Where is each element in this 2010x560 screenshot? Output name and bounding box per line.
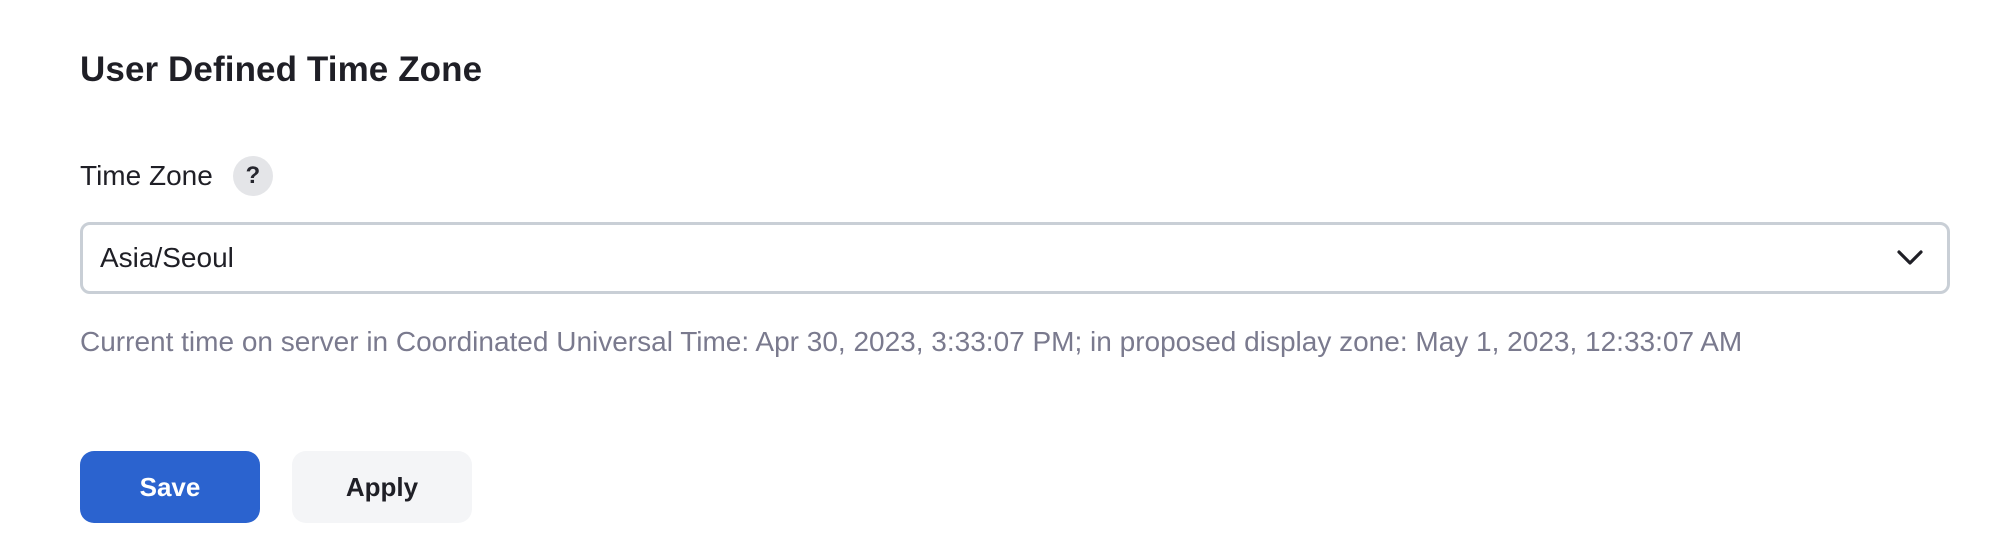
time-zone-select[interactable]: Asia/Seoul bbox=[80, 222, 1950, 294]
apply-button[interactable]: Apply bbox=[292, 451, 472, 523]
time-zone-selected-value: Asia/Seoul bbox=[100, 242, 234, 273]
time-zone-label-row: Time Zone ? bbox=[80, 152, 273, 200]
current-time-help-text: Current time on server in Coordinated Un… bbox=[80, 326, 1743, 357]
section-title: User Defined Time Zone bbox=[80, 50, 483, 89]
chevron-down-icon bbox=[1895, 243, 1925, 273]
time-zone-settings-page: User Defined Time Zone Time Zone ? Asia/… bbox=[0, 0, 2010, 560]
question-mark-icon[interactable]: ? bbox=[232, 156, 273, 196]
time-zone-label: Time Zone bbox=[80, 160, 213, 191]
save-button[interactable]: Save bbox=[80, 451, 260, 523]
